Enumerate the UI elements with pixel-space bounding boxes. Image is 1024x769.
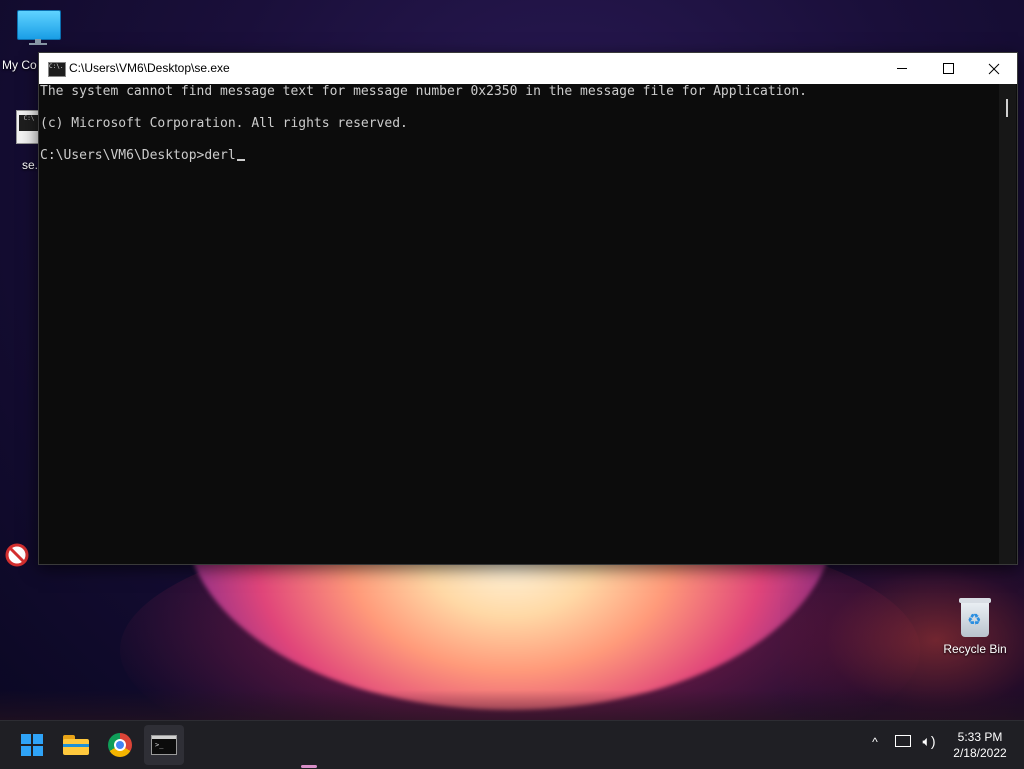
taskbar-file-explorer[interactable] (56, 725, 96, 765)
minimize-icon (897, 68, 907, 69)
file-explorer-icon (63, 735, 89, 755)
text-cursor (236, 159, 245, 161)
clock-date: 2/18/2022 (953, 746, 1007, 760)
taskbar-terminal[interactable]: >_ (144, 725, 317, 768)
terminal-icon: >_ (151, 735, 177, 755)
maximize-icon (942, 63, 954, 74)
volume-icon[interactable]: 🔈︎) (918, 733, 940, 750)
clock-time: 5:33 PM (957, 730, 1003, 744)
console-icon: C:\. (48, 62, 66, 77)
desktop-icon-my-computer[interactable]: My Co (0, 10, 78, 72)
network-icon[interactable] (892, 733, 914, 747)
computer-icon (17, 10, 61, 45)
console-prompt-line[interactable]: C:\Users\VM6\Desktop>derl (40, 148, 245, 164)
recycle-bin-icon: ♻ (958, 596, 992, 638)
desktop: My Co C:\ se. ♻ Recycle Bin C:\. C:\User… (0, 0, 1024, 720)
vertical-scrollbar[interactable] (999, 84, 1016, 564)
console-window[interactable]: C:\. C:\Users\VM6\Desktop\se.exe The sys… (38, 52, 1018, 565)
show-hidden-icons-chevron-icon[interactable]: ^ (864, 735, 886, 749)
taskbar-chrome[interactable] (100, 725, 140, 765)
console-output[interactable]: The system cannot find message text for … (39, 84, 999, 564)
desktop-icon-recycle-bin[interactable]: ♻ Recycle Bin (938, 596, 1012, 656)
no-entry-icon[interactable] (5, 543, 29, 567)
taskbar: >_ ^ 🔈︎) 5:33 PM 2/18/2022 (0, 720, 1024, 769)
console-line: The system cannot find message text for … (40, 84, 808, 99)
close-icon (988, 63, 1000, 74)
chrome-icon (108, 733, 132, 757)
window-titlebar[interactable]: C:\. C:\Users\VM6\Desktop\se.exe (39, 53, 1017, 84)
start-button[interactable] (12, 725, 52, 765)
window-title: C:\Users\VM6\Desktop\se.exe (69, 61, 230, 75)
scrollbar-thumb[interactable] (1006, 99, 1008, 117)
taskbar-clock[interactable]: 5:33 PM 2/18/2022 (944, 729, 1016, 761)
minimize-button[interactable] (879, 53, 925, 84)
desktop-icon-label: se. (22, 158, 39, 172)
console-line: (c) Microsoft Corporation. All rights re… (40, 116, 408, 131)
desktop-icon-label: My Co (2, 58, 37, 72)
wallpaper-shade (0, 690, 1024, 720)
desktop-icon-label: Recycle Bin (943, 642, 1007, 656)
maximize-button[interactable] (925, 53, 971, 84)
windows-start-icon (21, 734, 43, 756)
close-button[interactable] (971, 53, 1017, 84)
console-prompt-text: C:\Users\VM6\Desktop>derl (40, 148, 236, 163)
